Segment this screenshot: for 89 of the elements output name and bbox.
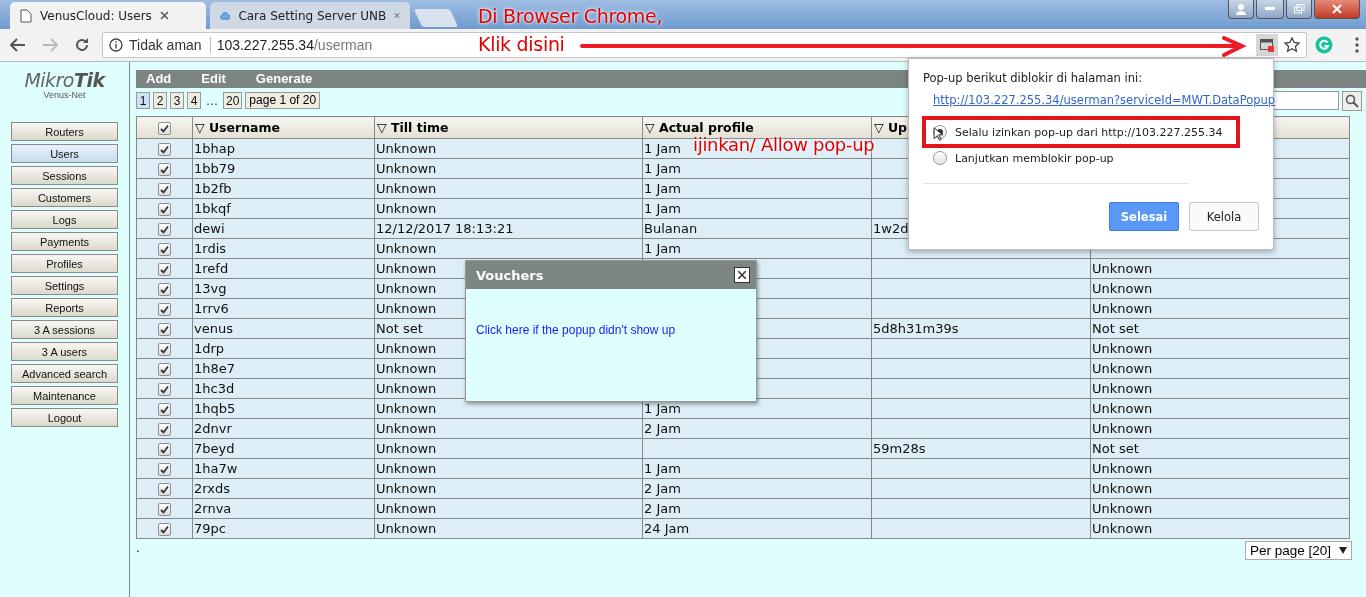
close-window-button[interactable] [1314,0,1360,19]
checkbox[interactable] [158,383,171,396]
column-header[interactable]: ▽ Till time [374,116,643,139]
annotation-text: Di Browser Chrome, [478,5,663,27]
nav-button[interactable]: Logout [11,408,118,427]
checkbox[interactable] [158,203,171,216]
page-button[interactable]: 4 [187,92,201,109]
minimize-button[interactable] [1256,0,1284,19]
person-icon [1235,3,1247,15]
close-button[interactable] [734,267,750,283]
manage-button[interactable]: Kelola [1189,202,1259,231]
browser-tab[interactable]: Cara Setting Server UNB [210,2,410,29]
nav-button[interactable]: Maintenance [11,386,118,405]
star-icon[interactable] [1284,37,1300,53]
minimize-icon [1265,7,1275,11]
bubble-message: Pop-up berikut diblokir di halaman ini: [923,71,1144,85]
nav-button[interactable]: Sessions [11,166,118,185]
security-label: Tidak aman [129,37,211,53]
nav-button[interactable]: Customers [11,188,118,207]
checkbox[interactable] [158,463,171,476]
page-button[interactable]: 20 [223,92,243,109]
nav-button[interactable]: 3 A sessions [11,320,118,339]
checkbox[interactable] [158,423,171,436]
logo-subtitle: Venus-Net [43,90,86,100]
checkbox[interactable] [158,503,171,516]
nav-button[interactable]: Advanced search [11,364,118,383]
popup-blocked-button[interactable] [1256,34,1278,56]
checkbox[interactable] [158,243,171,256]
close-icon[interactable] [159,11,169,20]
checkbox[interactable] [158,483,171,496]
nav-button[interactable]: Routers [11,122,118,141]
radio-button[interactable] [933,151,947,165]
restore-button[interactable] [1286,0,1312,19]
restore-icon [1293,4,1305,14]
checkbox[interactable] [158,223,171,236]
info-icon [109,38,123,52]
cloud-icon [220,9,231,22]
blocked-window-icon [1259,38,1275,52]
page-button[interactable]: 2 [153,92,167,109]
checkbox[interactable] [158,303,171,316]
nav-button[interactable]: Logs [11,210,118,229]
page-button[interactable]: 1 [136,92,150,109]
nav-button[interactable]: Users [11,144,118,163]
per-page-select[interactable]: Per page [20] [1244,541,1352,560]
browser-tab[interactable]: VenusCloud: Users [10,2,206,29]
dropdown-icon [1339,547,1347,554]
page-info: page 1 of 20 [245,92,321,109]
close-icon [1332,4,1342,14]
search-button[interactable] [1342,90,1362,111]
page-icon [20,8,32,23]
page-ellipsis: … [205,93,219,108]
checkbox[interactable] [158,523,171,536]
checkbox[interactable] [158,143,171,156]
action-link[interactable]: Add [146,70,172,88]
checkbox[interactable] [158,363,171,376]
nav-button[interactable]: Payments [11,232,118,251]
reload-icon [74,37,90,53]
checkbox[interactable] [158,283,171,296]
annotation-text: Klik disini [478,33,565,55]
table-cell: 1 Jam [642,158,872,179]
back-arrow-icon [10,38,26,52]
checkbox[interactable] [158,263,171,276]
page-button[interactable]: 3 [170,92,184,109]
option-label: Lanjutkan memblokir pop-up [955,151,1114,165]
nav-button[interactable]: 3 A users [11,342,118,361]
column-header[interactable]: ▽ Username [192,116,375,139]
checkbox[interactable] [158,163,171,176]
logo: MikroTik [24,70,105,90]
checkbox[interactable] [158,443,171,456]
checkbox[interactable] [158,403,171,416]
menu-icon[interactable] [1355,37,1359,53]
option-label: Selalu izinkan pop-up dari http://103.227.255.34 [955,125,1223,139]
nav-button[interactable]: Profiles [11,254,118,273]
action-link[interactable]: Generate [255,70,313,88]
checkbox[interactable] [158,122,171,135]
nav-button[interactable]: Settings [11,276,118,295]
url-text: 103.227.255.34/userman [216,37,373,53]
close-icon [738,271,746,279]
nav-button[interactable]: Reports [11,298,118,317]
action-link[interactable]: Edit [201,70,226,88]
checkbox[interactable] [158,343,171,356]
profile-button[interactable] [1228,0,1254,19]
checkbox[interactable] [158,183,171,196]
search-icon [1345,93,1359,108]
cursor-icon [933,127,943,141]
footer-mark: . [136,541,140,557]
checkbox[interactable] [158,323,171,336]
forward-arrow-icon [42,38,58,52]
blocked-popup-link[interactable]: http://103.227.255.34/userman?serviceId=MWT.DataPopup [933,93,1276,107]
